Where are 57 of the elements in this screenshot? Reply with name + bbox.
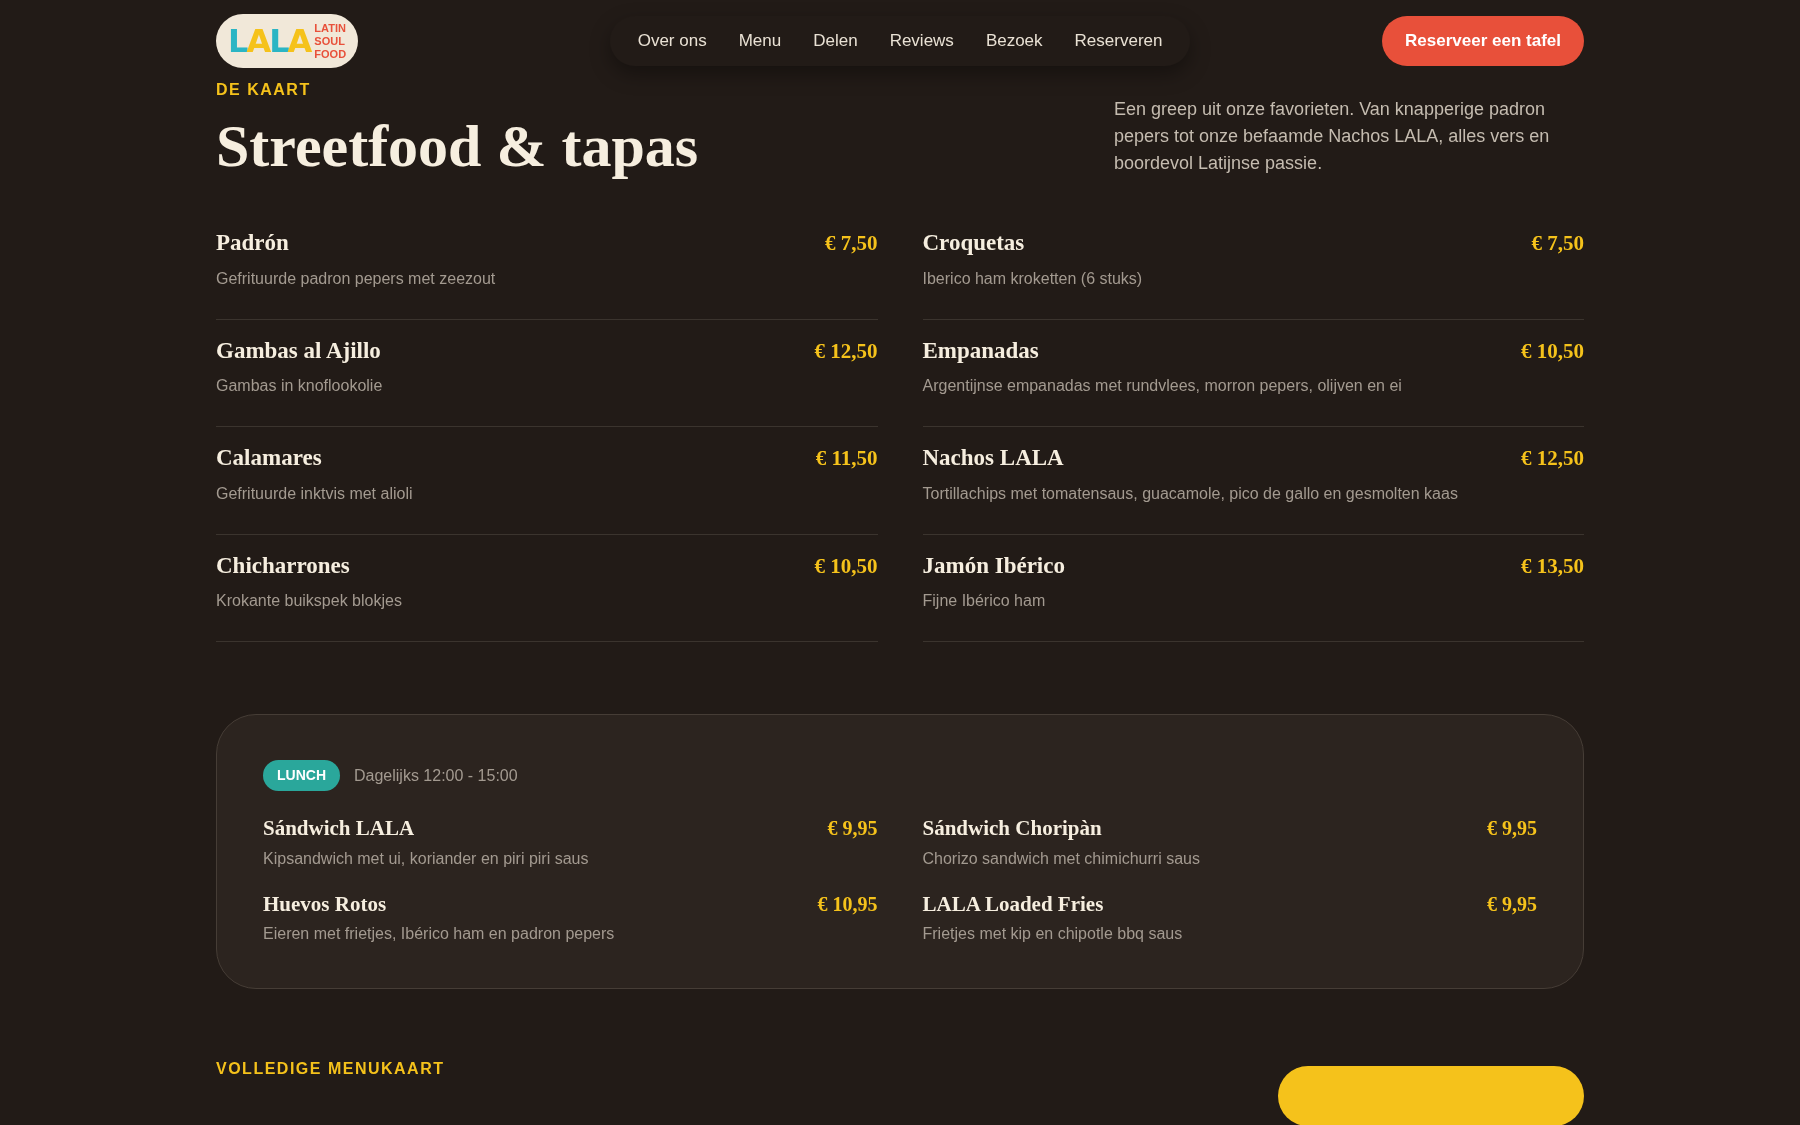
nav-link[interactable]: Delen	[813, 28, 858, 54]
lunch-hours: Dagelijks 12:00 - 15:00	[354, 765, 518, 786]
dish-description: Gefrituurde padron pepers met zeezout	[216, 268, 497, 289]
logo-tagline: FOOD	[314, 47, 347, 61]
dish-price: € 7,50	[825, 230, 878, 257]
dish-description: Gefrituurde inktvis met alioli	[216, 483, 414, 504]
dish-description: Frietjes met kip en chipotle bbq saus	[922, 924, 1184, 944]
nav-link[interactable]: Reviews	[889, 28, 954, 54]
logo-letter: A	[246, 25, 270, 57]
nav-link[interactable]: Menu	[738, 28, 782, 54]
logo-letter: A	[287, 25, 311, 57]
dish-name: Jamón Ibérico	[922, 551, 1065, 580]
dish-price: € 10,50	[1521, 337, 1584, 365]
dish-price: € 11,50	[815, 445, 878, 472]
nav-link[interactable]: Over ons	[637, 28, 707, 54]
dish-price: € 12,50	[814, 337, 878, 365]
dish-name: Sándwich Choripàn	[922, 815, 1102, 842]
logo-tagline: LATIN	[314, 21, 347, 35]
dish-description: Eieren met frietjes, Ibérico ham en padron pepers	[263, 924, 616, 944]
logo-tagline: SOUL	[314, 34, 346, 48]
dish-name: Huevos Rotos	[263, 890, 387, 918]
dish-price: € 7,50	[1531, 230, 1584, 257]
dish-name: Sándwich LALA	[263, 815, 415, 842]
dish-description: Kipsandwich met ui, koriander en piri piri saus	[263, 848, 590, 869]
dish-price: € 10,50	[814, 552, 878, 580]
dish-price: € 13,50	[1521, 552, 1584, 580]
dish-name: Padrón	[216, 229, 289, 257]
dish-price: € 12,50	[1521, 445, 1584, 472]
dish-description: Krokante buikspek blokjes	[216, 591, 403, 611]
nav-link[interactable]: Reserveren	[1074, 28, 1163, 54]
section-eyebrow: VOLLEDIGE MENUKAART	[216, 1059, 445, 1079]
dish-description: Chorizo sandwich met chimichurri saus	[922, 848, 1201, 869]
dish-name: Empanadas	[922, 336, 1039, 365]
dish-price: € 10,95	[817, 891, 878, 917]
dish-name: Chicharrones	[216, 551, 350, 580]
dish-name: LALA Loaded Fries	[922, 890, 1104, 918]
nav-link[interactable]: Bezoek	[985, 28, 1043, 54]
dish-name: Nachos LALA	[922, 444, 1064, 472]
dish-description: Iberico ham kroketten (6 stuks)	[922, 268, 1144, 289]
dish-price: € 9,95	[1487, 816, 1537, 841]
dish-name: Croquetas	[922, 229, 1025, 257]
download-button[interactable]	[1278, 1066, 1584, 1125]
logo-letter: L	[269, 25, 288, 57]
dish-description: Argentijnse empanadas met rundvlees, morron pepers, olijven en ei	[922, 376, 1403, 396]
reserve-button[interactable]: Reserveer een tafel	[1382, 16, 1584, 66]
dish-price: € 9,95	[827, 816, 878, 841]
lunch-badge: LUNCH	[263, 760, 340, 791]
dish-description: Gambas in knoflookolie	[216, 376, 384, 396]
dish-price: € 9,95	[1487, 891, 1537, 917]
section-intro: Een greep uit onze favorieten. Van knapperige padron pepers tot onze befaamde Nachos LALA, alles vers en boordevol Latijnse passie.	[1114, 98, 1551, 175]
dish-description: Tortillachips met tomatensaus, guacamole, pico de gallo en gesmolten kaas	[922, 483, 1459, 504]
section-title: Streetfood & tapas	[216, 114, 699, 178]
dish-name: Gambas al Ajillo	[216, 336, 381, 365]
section-eyebrow: DE KAART	[216, 80, 312, 100]
dish-name: Calamares	[216, 444, 322, 472]
logo-letter: L	[228, 25, 247, 57]
dish-description: Fijne Ibérico ham	[922, 591, 1047, 611]
